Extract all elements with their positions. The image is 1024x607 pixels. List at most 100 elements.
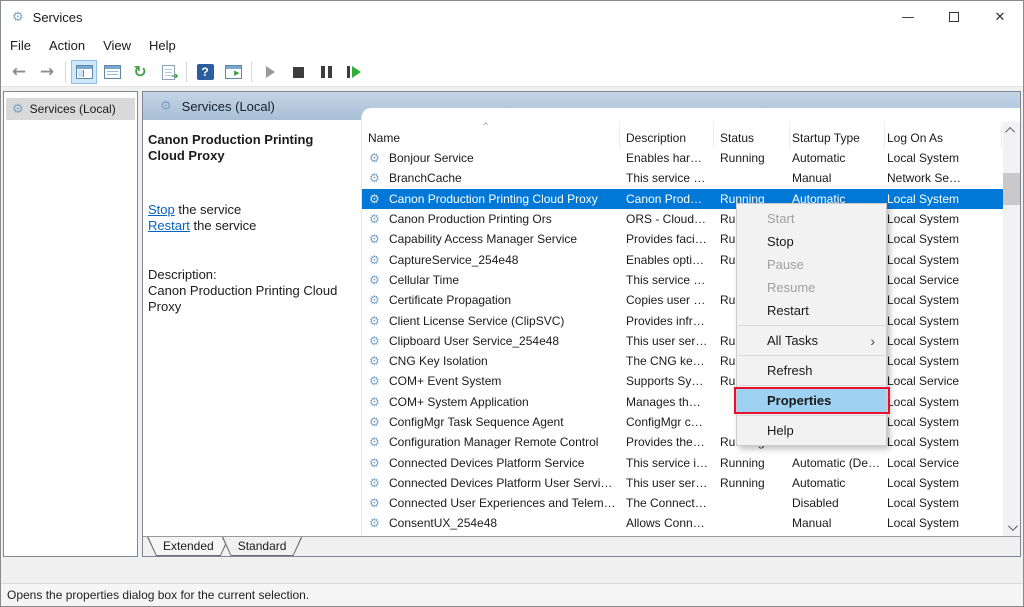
service-description-cell: This user ser…: [626, 334, 714, 348]
service-name: BranchCache: [389, 171, 615, 185]
forward-icon[interactable]: →: [34, 60, 60, 84]
menu-bar: FileActionViewHelp: [1, 33, 1023, 58]
service-row[interactable]: ⚙Cellular TimeThis service …Local Servic…: [362, 270, 1003, 290]
service-row[interactable]: ⚙COM+ System ApplicationManages th…Local…: [362, 392, 1003, 412]
service-logon-as: Local System: [887, 314, 1002, 328]
service-row[interactable]: ⚙ConsentUX_254e48Allows Conn…ManualLocal…: [362, 513, 1003, 533]
tree-item-services-local[interactable]: ⚙ Services (Local): [6, 98, 135, 120]
services-node-icon: ⚙: [12, 103, 24, 116]
refresh-icon[interactable]: ↻: [127, 60, 153, 84]
service-name: Cellular Time: [389, 273, 615, 287]
service-row[interactable]: ⚙Configuration Manager Remote ControlPro…: [362, 432, 1003, 452]
service-logon-as: Local Service: [887, 456, 1002, 470]
start-service-icon[interactable]: [257, 60, 283, 84]
service-logon-as: Local System: [887, 192, 1002, 206]
services-list-panel: ^ NameDescriptionStatusStartup TypeLog O…: [361, 108, 1020, 536]
service-row[interactable]: ⚙Canon Production Printing Cloud ProxyCa…: [362, 189, 1003, 209]
toolbar-separator: [251, 62, 252, 82]
service-gear-icon: ⚙: [369, 457, 380, 469]
service-description-cell: Provides faci…: [626, 232, 714, 246]
description-label: Description:: [148, 267, 348, 283]
service-gear-icon: ⚙: [369, 315, 380, 327]
column-header-name[interactable]: Name: [368, 122, 620, 148]
service-row[interactable]: ⚙CaptureService_254e48Enables opti…Runni…: [362, 249, 1003, 269]
minimize-button[interactable]: —: [885, 1, 931, 33]
back-icon[interactable]: ←: [6, 60, 32, 84]
tab-standard[interactable]: Standard: [222, 537, 303, 556]
menu-file[interactable]: File: [1, 34, 40, 57]
stop-link-suffix: the service: [175, 202, 241, 217]
service-row[interactable]: ⚙Canon Production Printing OrsORS - Clou…: [362, 209, 1003, 229]
restart-service-icon[interactable]: [341, 60, 367, 84]
restart-service-link[interactable]: Restart: [148, 218, 190, 233]
maximize-button[interactable]: [931, 1, 977, 33]
service-action-links: Stop the service Restart the service: [148, 202, 355, 234]
column-header-status[interactable]: Status: [720, 122, 790, 148]
service-description-cell: The CNG ke…: [626, 354, 714, 368]
column-header-startup-type[interactable]: Startup Type: [792, 122, 885, 148]
context-menu-item-stop[interactable]: Stop: [737, 230, 886, 253]
service-name: ConsentUX_254e48: [389, 516, 615, 530]
service-name: Certificate Propagation: [389, 293, 615, 307]
scroll-down-arrow[interactable]: [1003, 519, 1020, 536]
scroll-up-arrow[interactable]: [1003, 122, 1020, 139]
selected-service-title: Canon Production Printing Cloud Proxy: [148, 132, 348, 164]
stop-service-link[interactable]: Stop: [148, 202, 175, 217]
service-description-cell: Canon Prod…: [626, 192, 714, 206]
vertical-scrollbar[interactable]: [1003, 122, 1020, 536]
service-gear-icon: ⚙: [369, 375, 380, 387]
service-gear-icon: ⚙: [369, 172, 380, 184]
export-list-icon[interactable]: [155, 60, 181, 84]
title-bar: ⚙ Services — ✕: [1, 1, 1023, 33]
services-list: ⚙Bonjour ServiceEnables har…RunningAutom…: [362, 148, 1003, 536]
service-startup-type: Automatic (De…: [792, 456, 884, 470]
show-action-pane-icon[interactable]: [220, 60, 246, 84]
service-name: ConfigMgr Task Sequence Agent: [389, 415, 615, 429]
tab-extended[interactable]: Extended: [147, 537, 230, 556]
menu-help[interactable]: Help: [140, 34, 185, 57]
service-row[interactable]: ⚙Certificate PropagationCopies user …Run…: [362, 290, 1003, 310]
help-icon[interactable]: ?: [192, 60, 218, 84]
service-row[interactable]: ⚙COM+ Event SystemSupports Sy…RunningLoc…: [362, 371, 1003, 391]
context-menu-item-properties[interactable]: Properties: [737, 389, 886, 412]
menu-separator: [738, 355, 885, 356]
stop-service-icon[interactable]: [285, 60, 311, 84]
service-row[interactable]: ⚙Connected Devices Platform User Servi…T…: [362, 473, 1003, 493]
list-header: ^ NameDescriptionStatusStartup TypeLog O…: [362, 122, 1003, 148]
close-button[interactable]: ✕: [977, 1, 1023, 33]
services-window: ⚙ Services — ✕ FileActionViewHelp ←→↻? ⚙…: [0, 0, 1024, 607]
service-description-cell: This service i…: [626, 456, 714, 470]
service-description-cell: This user ser…: [626, 476, 714, 490]
service-status: Running: [720, 151, 790, 165]
service-gear-icon: ⚙: [369, 193, 380, 205]
context-menu-item-refresh[interactable]: Refresh: [737, 359, 886, 382]
service-logon-as: Local System: [887, 212, 1002, 226]
context-menu-item-help[interactable]: Help: [737, 419, 886, 442]
menu-view[interactable]: View: [94, 34, 140, 57]
service-gear-icon: ⚙: [369, 254, 380, 266]
menu-action[interactable]: Action: [40, 34, 94, 57]
status-bar: Opens the properties dialog box for the …: [1, 583, 1023, 606]
service-row[interactable]: ⚙Client License Service (ClipSVC)Provide…: [362, 310, 1003, 330]
service-description-cell: Manages th…: [626, 395, 714, 409]
scrollbar-thumb[interactable]: [1003, 173, 1020, 205]
service-row[interactable]: ⚙ConfigMgr Task Sequence AgentConfigMgr …: [362, 412, 1003, 432]
service-row[interactable]: ⚙CNG Key IsolationThe CNG ke…RunningLoca…: [362, 351, 1003, 371]
column-header-log-on-as[interactable]: Log On As: [887, 122, 1002, 148]
context-menu-item-restart[interactable]: Restart: [737, 299, 886, 322]
window-title: Services: [33, 10, 83, 25]
context-menu-item-all-tasks[interactable]: All Tasks›: [737, 329, 886, 352]
service-row[interactable]: ⚙Bonjour ServiceEnables har…RunningAutom…: [362, 148, 1003, 168]
service-row[interactable]: ⚙BranchCacheThis service …ManualNetwork …: [362, 168, 1003, 188]
properties-sheet-icon[interactable]: [99, 60, 125, 84]
service-row[interactable]: ⚙Connected User Experiences and Telem…Th…: [362, 493, 1003, 513]
submenu-arrow-icon: ›: [870, 333, 875, 349]
show-console-tree-icon[interactable]: [71, 60, 97, 84]
column-header-description[interactable]: Description: [626, 122, 714, 148]
service-name: Clipboard User Service_254e48: [389, 334, 615, 348]
service-row[interactable]: ⚙Connected Devices Platform ServiceThis …: [362, 452, 1003, 472]
pause-service-icon[interactable]: [313, 60, 339, 84]
service-row[interactable]: ⚙Capability Access Manager ServiceProvid…: [362, 229, 1003, 249]
menu-separator: [738, 325, 885, 326]
service-row[interactable]: ⚙Clipboard User Service_254e48This user …: [362, 331, 1003, 351]
